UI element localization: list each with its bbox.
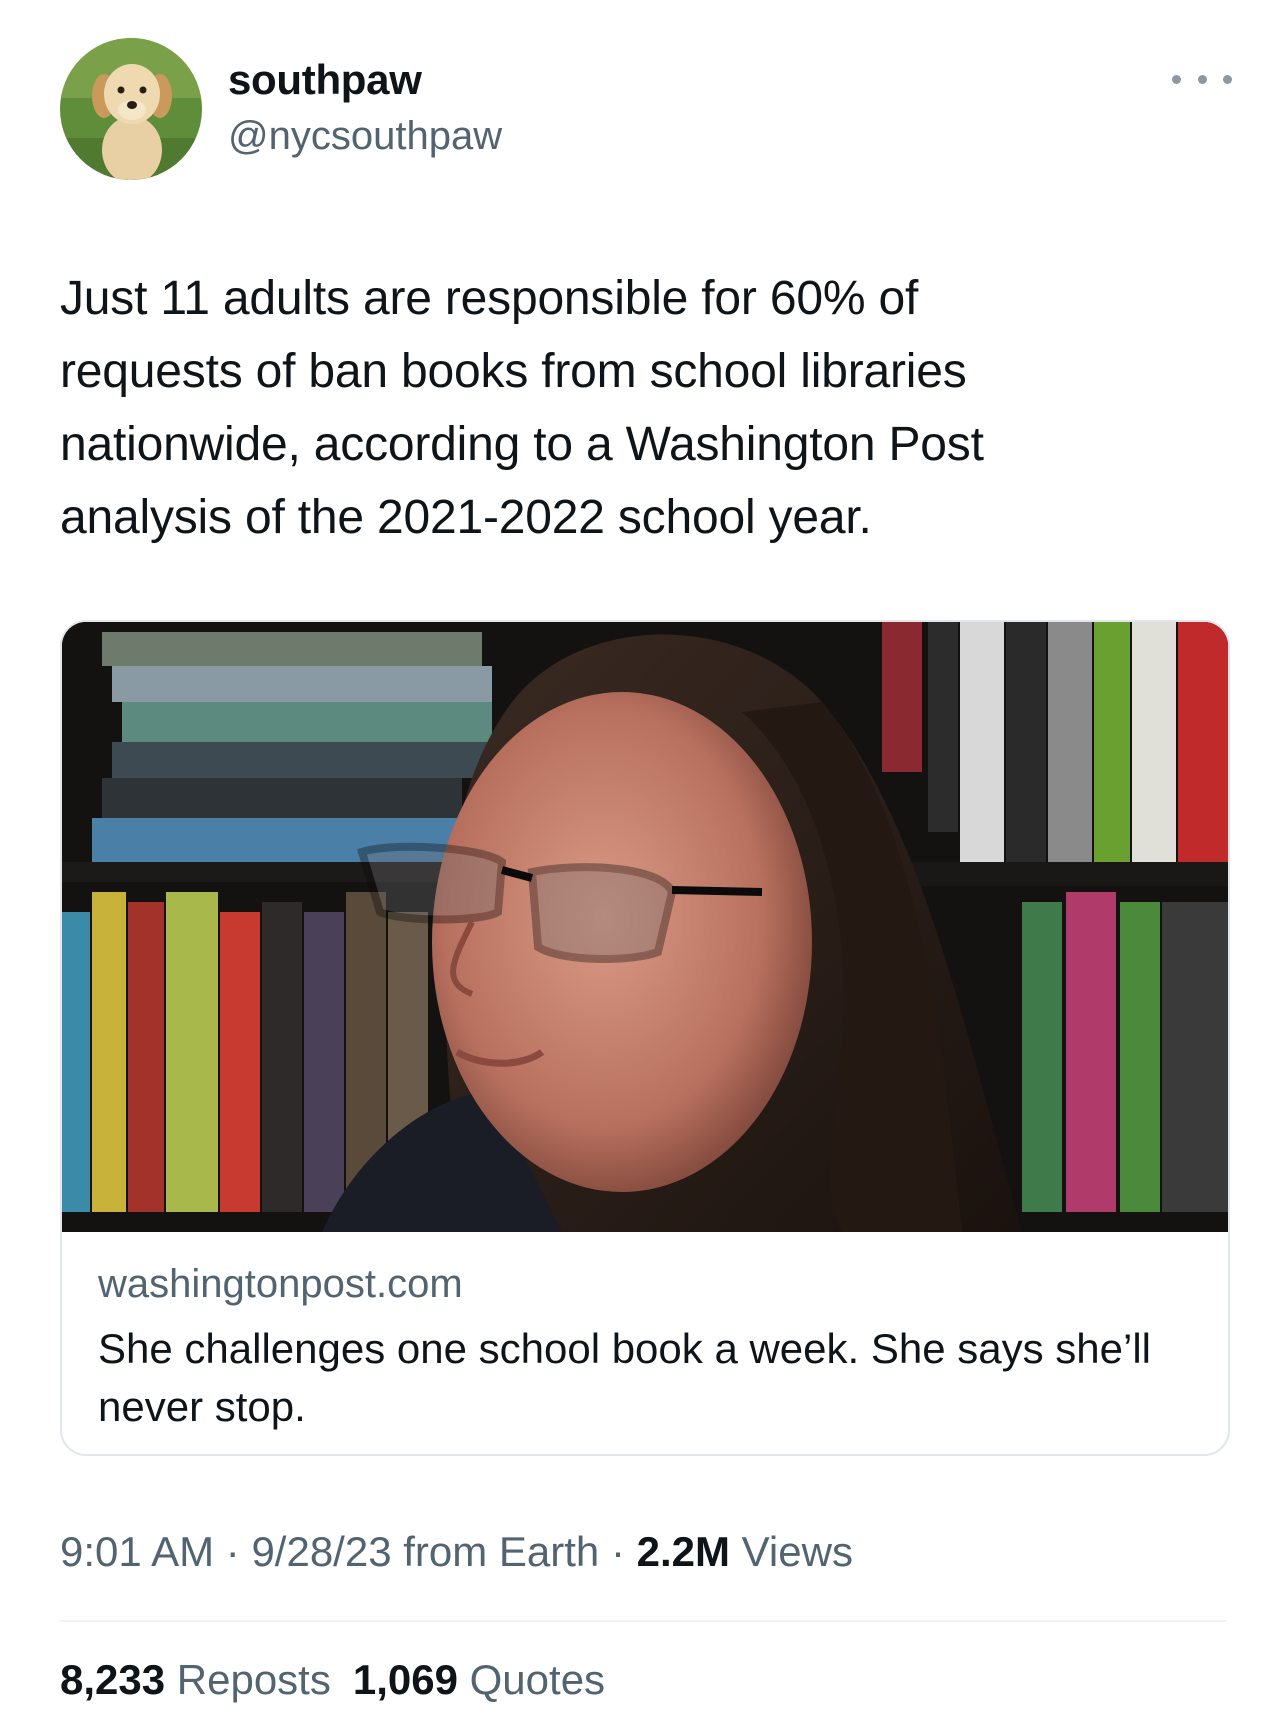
views-label: Views [730, 1528, 853, 1575]
tweet-text: Just 11 adults are responsible for 60% o… [60, 272, 984, 544]
more-dot [1172, 74, 1181, 84]
meta-separator: · [599, 1528, 637, 1575]
more-dot [1197, 74, 1207, 84]
tweet: southpaw @nycsouthpaw Just 11 adults are… [0, 0, 1284, 1726]
quotes-stat[interactable]: 1,069 Quotes [353, 1656, 605, 1703]
card-title: She challenges one school book a week. S… [98, 1325, 1151, 1430]
tweet-date-source: 9/28/23 from Earth [251, 1528, 600, 1575]
quotes-count: 1,069 [352, 1656, 458, 1703]
article-photo [62, 622, 1228, 1232]
avatar[interactable] [60, 38, 202, 180]
reposts-stat[interactable]: 8,233 Reposts [60, 1656, 331, 1703]
engagement-stats: 8,233 Reposts 1,069 Quotes [60, 1656, 605, 1704]
card-domain: washingtonpost.com [98, 1262, 463, 1306]
display-name[interactable]: southpaw [228, 56, 422, 104]
quotes-label: Quotes [457, 1656, 606, 1703]
divider [60, 1620, 1226, 1622]
tweet-time[interactable]: 9:01 AM [60, 1528, 214, 1575]
link-card[interactable]: washingtonpost.com She challenges one sc… [60, 620, 1230, 1456]
reposts-count: 8,233 [60, 1656, 166, 1703]
golden-retriever-puppy-avatar [60, 38, 202, 180]
reposts-label: Reposts [165, 1656, 331, 1703]
tweet-meta: 9:01 AM · 9/28/23 from Earth · 2.2M View… [60, 1528, 853, 1576]
views-count: 2.2M [636, 1528, 730, 1575]
more-dot [1223, 74, 1232, 84]
meta-separator: · [214, 1528, 252, 1575]
card-image [62, 622, 1228, 1232]
user-handle[interactable]: @nycsouthpaw [228, 114, 502, 159]
more-options-icon[interactable] [1172, 64, 1232, 94]
